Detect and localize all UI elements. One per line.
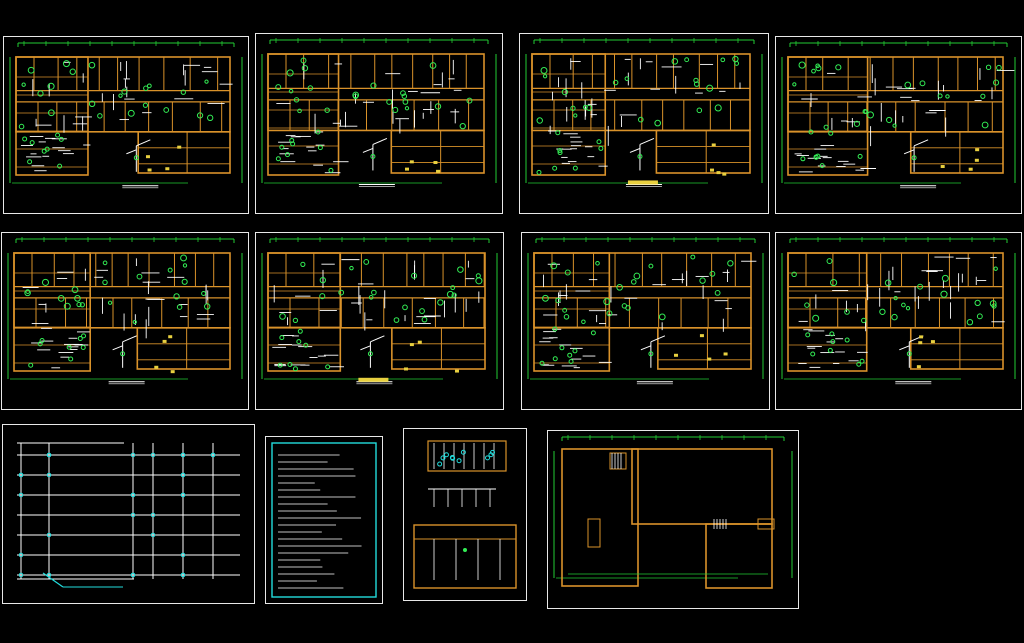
drawing-sheet-2[interactable] [255,33,503,214]
floor-plan-4 [781,41,1016,189]
drawing-sheet-3[interactable] [519,33,769,214]
floor-plan-5 [7,237,243,385]
drawing-sheet-5[interactable] [1,232,249,410]
riser-diagram [17,442,240,588]
drawing-sheet-11[interactable] [403,428,527,601]
drawing-sheet-7[interactable] [521,232,770,410]
drawing-sheet-1[interactable] [3,36,249,214]
floor-plan-1 [9,41,243,189]
drawing-sheet-10[interactable] [265,436,383,604]
floor-plan-7 [527,237,764,385]
floor-plan-6 [261,237,498,385]
drawing-sheet-8[interactable] [775,232,1022,410]
drawing-sheet-12[interactable] [547,430,799,609]
floor-plan-2 [261,38,497,187]
floor-plan-8 [781,237,1016,385]
floor-plan-3 [525,38,763,187]
drawing-sheet-6[interactable] [255,232,504,410]
notes-sheet [271,442,377,598]
roof-plan [553,435,793,589]
drawing-sheet-4[interactable] [775,36,1022,214]
drawing-sheet-9[interactable] [2,424,255,604]
detail-sheet [413,440,517,589]
